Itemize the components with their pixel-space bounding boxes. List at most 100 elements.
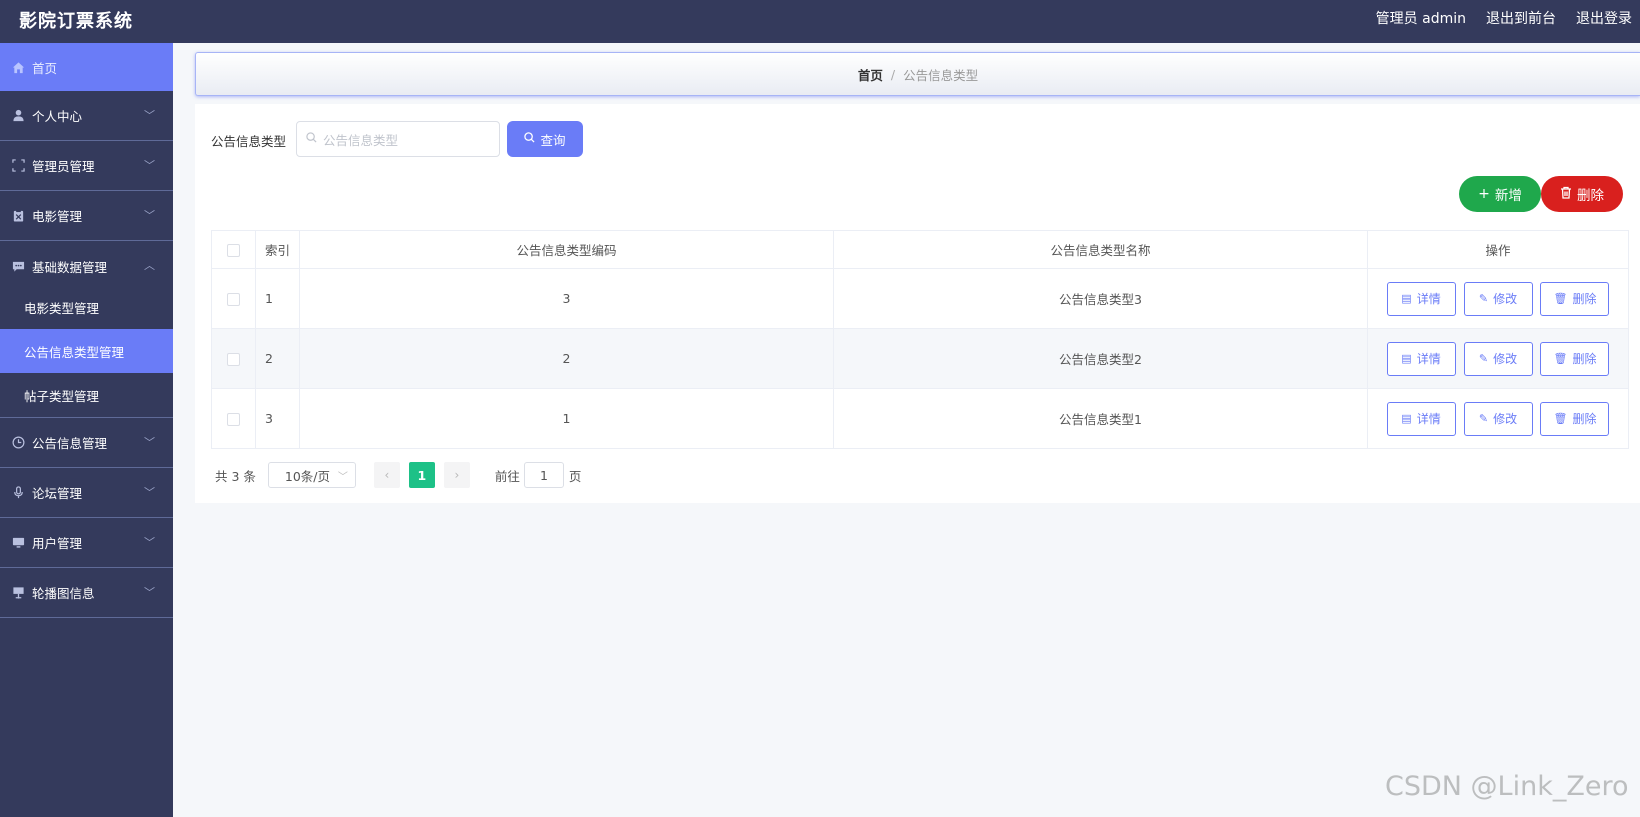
header-ops: 操作 [1367,230,1629,269]
trash-icon: 🗑 [1553,412,1568,425]
data-table: 索引 公告信息类型编码 公告信息类型名称 操作 1 3 公告信息类型3 ▤ 详情 … [211,230,1629,449]
row-checkbox[interactable] [227,353,240,366]
row-checkbox-cell [211,328,256,389]
cell-name: 公告信息类型3 [833,268,1368,329]
sidebar-subitem-post-type[interactable]: 帖子类型管理 [0,373,173,417]
cell-index: 3 [255,388,300,449]
chevron-down-icon: ﹀ [144,486,155,499]
main-panel: 公告信息类型 公告信息类型 查询 + 新增 删除 索引 公告信息类型编码 公告信… [195,104,1640,503]
sidebar-item-label: 公告信息管理 [32,436,108,451]
sidebar: 首页 个人中心 ﹀ 管理员管理 ﹀ 电影管理 ﹀ 基础数据管理 ︿ 电影类型管理… [0,43,173,817]
header-code: 公告信息类型编码 [299,230,834,269]
chevron-up-icon: ︿ [144,259,155,272]
admin-label[interactable]: 管理员 admin [1376,8,1466,28]
sidebar-subitem-movie-type[interactable]: 电影类型管理 [0,285,173,329]
delete-label: 删除 [1572,292,1597,306]
top-bar: 影院订票系统 管理员 admin 退出到前台 退出登录 [0,0,1640,43]
monitor-icon [11,536,25,550]
breadcrumb-home[interactable]: 首页 [858,65,883,84]
sidebar-item-forum-management[interactable]: 论坛管理 ﹀ [0,468,173,518]
search-icon [524,132,536,146]
user-icon [11,109,25,123]
sidebar-item-carousel-info[interactable]: 轮播图信息 ﹀ [0,568,173,618]
edit-label: 修改 [1493,292,1518,306]
row-delete-button[interactable]: 🗑 删除 [1540,401,1610,436]
header-checkbox-cell [211,230,256,269]
sidebar-item-personal-center[interactable]: 个人中心 ﹀ [0,91,173,141]
sidebar-item-basic-data[interactable]: 基础数据管理 ︿ [0,241,173,291]
edit-button[interactable]: ✎ 修改 [1463,341,1533,376]
scan-icon [11,159,25,173]
row-delete-button[interactable]: 🗑 删除 [1540,341,1610,376]
sidebar-item-label: 论坛管理 [32,486,83,501]
chevron-down-icon: ﹀ [144,536,155,549]
sidebar-item-movie-management[interactable]: 电影管理 ﹀ [0,191,173,241]
row-checkbox[interactable] [227,413,240,426]
search-placeholder: 公告信息类型 [323,132,399,148]
sidebar-item-label: 个人中心 [32,109,83,124]
table-row: 1 3 公告信息类型3 ▤ 详情 ✎ 修改 🗑 删除 [211,268,1629,329]
exit-to-front-link[interactable]: 退出到前台 [1486,8,1556,28]
sidebar-item-notice-management[interactable]: 公告信息管理 ﹀ [0,418,173,468]
sidebar-subitem-notice-type[interactable]: 公告信息类型管理 [0,329,173,373]
chevron-down-icon: ﹀ [337,472,348,483]
trash-icon [1560,186,1572,203]
row-delete-button[interactable]: 🗑 删除 [1540,281,1610,316]
row-checkbox[interactable] [227,293,240,306]
document-icon: ▤ [1401,292,1412,305]
cell-index: 1 [255,268,300,329]
search-input[interactable]: 公告信息类型 [296,121,500,157]
cell-ops: ▤ 详情 ✎ 修改 🗑 删除 [1367,268,1629,329]
watermark: CSDN @Link_Zero [1385,771,1629,802]
edit-button[interactable]: ✎ 修改 [1463,281,1533,316]
batch-delete-button[interactable]: 删除 [1541,176,1623,212]
cell-ops: ▤ 详情 ✎ 修改 🗑 删除 [1367,388,1629,449]
detail-button[interactable]: ▤ 详情 [1386,401,1456,436]
goto-label: 前往 [494,468,520,484]
row-checkbox-cell [211,268,256,329]
detail-label: 详情 [1416,352,1441,366]
edit-label: 修改 [1493,352,1518,366]
table-row: 2 2 公告信息类型2 ▤ 详情 ✎ 修改 🗑 删除 [211,328,1629,389]
goto-page-input[interactable]: 1 [523,462,564,488]
select-all-checkbox[interactable] [227,244,240,257]
next-page-button[interactable]: › [443,462,470,488]
chat-icon [11,259,25,273]
chevron-down-icon: ﹀ [144,436,155,449]
prev-page-button[interactable]: ‹ [373,462,400,488]
page-number-active[interactable]: 1 [408,462,435,488]
sidebar-item-label: 电影管理 [32,209,83,224]
header-index: 索引 [255,230,300,269]
easel-icon [11,586,25,600]
page-size-select[interactable]: 10条/页 ﹀ [267,462,356,488]
chevron-left-icon: ‹ [384,468,390,482]
edit-button[interactable]: ✎ 修改 [1463,401,1533,436]
cell-code: 2 [299,328,834,389]
delete-label: 删除 [1572,352,1597,366]
document-icon: ▤ [1401,352,1412,365]
sidebar-item-home[interactable]: 首页 [0,43,173,91]
query-button[interactable]: 查询 [507,121,583,157]
delete-label: 删除 [1572,412,1597,426]
app-title: 影院订票系统 [19,11,133,32]
document-icon: ▤ [1401,412,1412,425]
cell-code: 3 [299,268,834,329]
page-size-value: 10条/页 [284,468,331,484]
sidebar-item-admin-management[interactable]: 管理员管理 ﹀ [0,141,173,191]
table-row: 3 1 公告信息类型1 ▤ 详情 ✎ 修改 🗑 删除 [211,388,1629,449]
clock-icon [11,436,25,450]
chevron-down-icon: ﹀ [144,209,155,222]
microphone-icon [11,486,25,500]
pencil-icon: ✎ [1478,412,1489,425]
row-checkbox-cell [211,388,256,449]
sidebar-item-user-management[interactable]: 用户管理 ﹀ [0,518,173,568]
detail-button[interactable]: ▤ 详情 [1386,281,1456,316]
detail-label: 详情 [1416,292,1441,306]
detail-button[interactable]: ▤ 详情 [1386,341,1456,376]
table-header-row: 索引 公告信息类型编码 公告信息类型名称 操作 [211,230,1629,269]
delete-button-label: 删除 [1577,188,1604,204]
home-icon [11,60,25,74]
add-button[interactable]: + 新增 [1459,176,1541,212]
search-label: 公告信息类型 [211,134,287,149]
logout-link[interactable]: 退出登录 [1576,8,1632,28]
